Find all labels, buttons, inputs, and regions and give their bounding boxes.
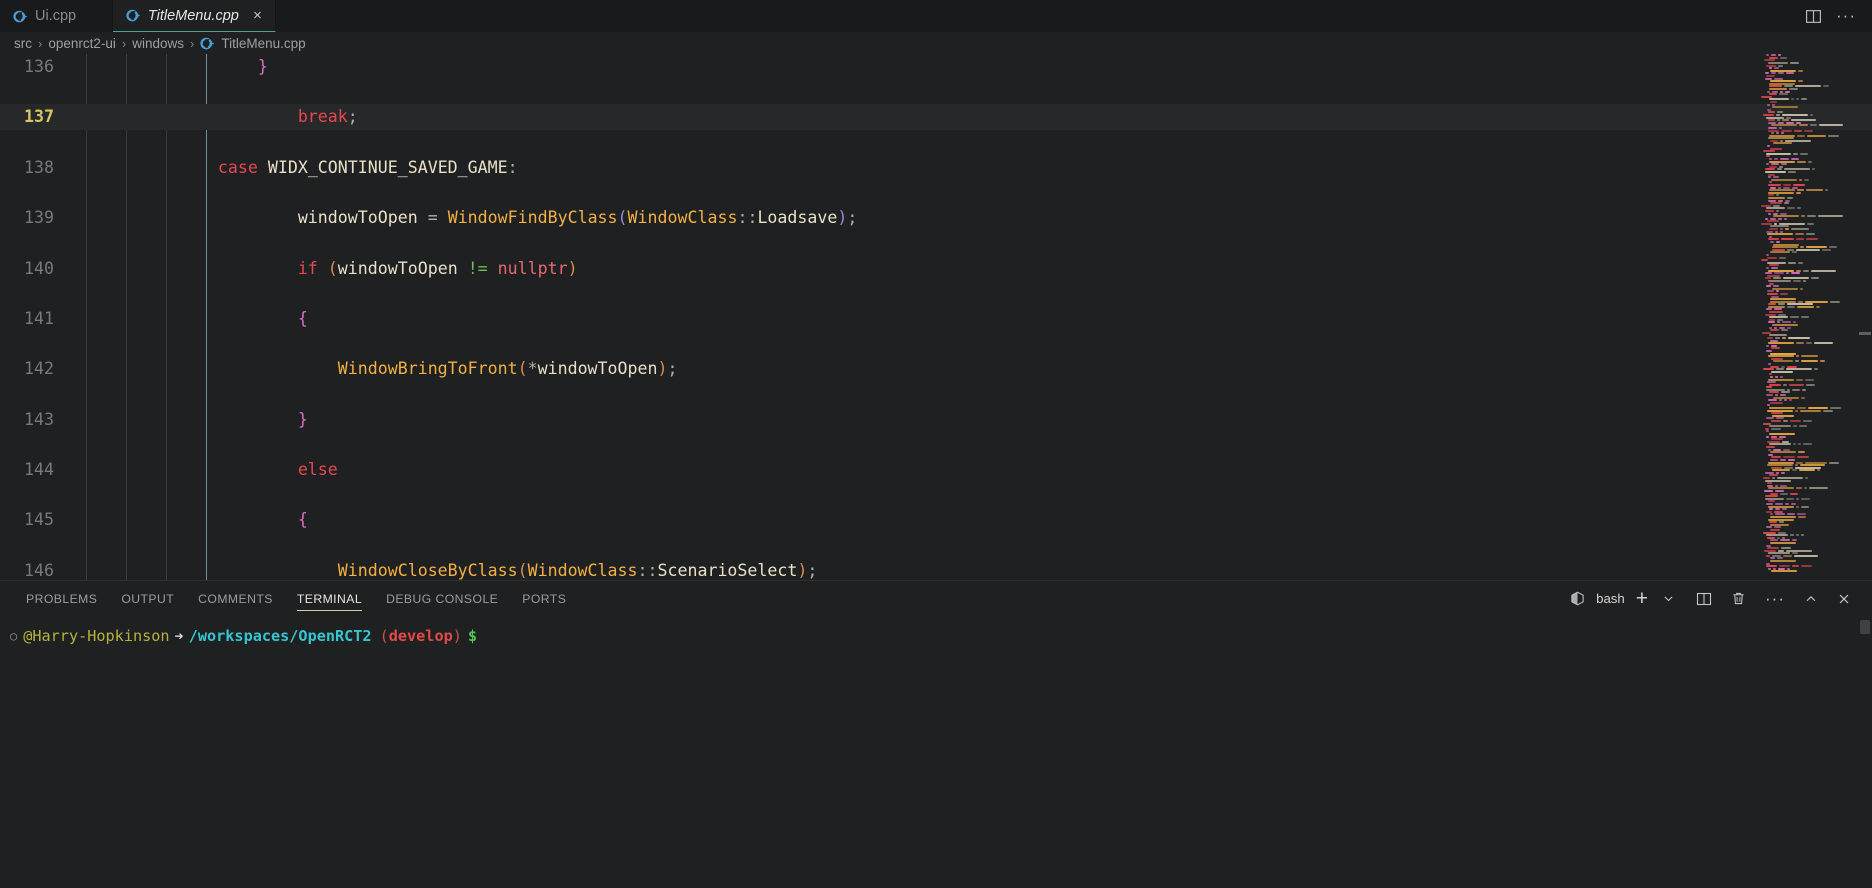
code-line[interactable]: 137 break;	[0, 104, 1872, 130]
code-text: }	[257, 57, 268, 76]
editor-tab-titlemenu-cpp[interactable]: TitleMenu.cpp ×	[112, 0, 276, 32]
code-line[interactable]: 141 {	[0, 306, 1872, 331]
breadcrumb-separator: ›	[121, 35, 127, 51]
code-text: windowToOpen = WindowFindByClass(WindowC…	[297, 208, 858, 228]
terminal-body[interactable]: ○ @Harry-Hopkinson ➔ /workspaces/OpenRCT…	[0, 616, 1872, 888]
code-line[interactable]: 145 {	[0, 507, 1872, 532]
more-actions-icon[interactable]: ···	[1753, 581, 1792, 616]
line-number: 137	[24, 107, 54, 127]
breadcrumb-label: windows	[132, 35, 185, 51]
branch-paren-close: )	[452, 627, 462, 645]
minimap[interactable]	[1754, 54, 1858, 580]
panel-tab-output[interactable]: OUTPUT	[109, 581, 186, 616]
code-viewport[interactable]: 136 } 137 break; 138 case WIDX_CONTINUE_SA…	[0, 54, 1872, 580]
panel-tab-bar: PROBLEMS OUTPUT COMMENTS TERMINAL DEBUG CONS…	[0, 581, 1872, 616]
new-terminal-icon[interactable]: +	[1629, 581, 1655, 616]
line-number: 143	[24, 409, 54, 429]
code-line[interactable]: 142 WindowBringToFront(*windowToOpen);	[0, 356, 1872, 381]
chevron-down-icon[interactable]	[1655, 581, 1682, 616]
breadcrumb-label: src	[14, 35, 32, 51]
line-number: 139	[24, 208, 54, 228]
panel-tab-list: PROBLEMS OUTPUT COMMENTS TERMINAL DEBUG CONS…	[0, 581, 578, 616]
terminal-prompt-symbol: $	[467, 627, 478, 645]
code-line[interactable]: 136 }	[0, 54, 1872, 79]
tab-label: TitleMenu.cpp	[147, 7, 239, 24]
code-line[interactable]: 144 else	[0, 457, 1872, 482]
line-number: 138	[24, 157, 54, 177]
panel-tab-problems[interactable]: PROBLEMS	[14, 581, 109, 616]
code-line[interactable]: 146 WindowCloseByClass(WindowClass::Scen…	[0, 558, 1872, 580]
more-actions-icon[interactable]: ···	[1836, 7, 1856, 24]
tab-label: Ui.cpp	[35, 8, 77, 24]
code-line[interactable]: 138 case WIDX_CONTINUE_SAVED_GAME:	[0, 155, 1872, 180]
breadcrumb-item-windows[interactable]: windows	[132, 36, 184, 51]
panel-tab-terminal[interactable]: TERMINAL	[285, 581, 374, 616]
terminal-prompt-line: ○ @Harry-Hopkinson ➔ /workspaces/OpenRCT…	[10, 626, 1872, 646]
breadcrumb-separator: ›	[38, 35, 43, 51]
split-editor-icon[interactable]	[1805, 8, 1822, 25]
code-text: {	[297, 510, 308, 530]
breadcrumb-label: openrct2-ui	[48, 35, 116, 51]
code-text: if (windowToOpen != nullptr)	[297, 258, 578, 278]
prompt-arrow-icon: ➔	[174, 627, 184, 645]
trash-icon[interactable]	[1719, 581, 1753, 616]
breadcrumb-label: TitleMenu.cpp	[221, 35, 306, 51]
editor-tab-ui-cpp[interactable]: Ui.cpp×	[0, 0, 113, 32]
line-number: 142	[24, 359, 54, 379]
code-text: {	[297, 308, 308, 328]
terminal-user: @Harry-Hopkinson	[23, 627, 170, 645]
code-line[interactable]: 143 }	[0, 407, 1872, 432]
panel-actions: bash + ···	[1563, 581, 1872, 616]
code-text: WindowCloseByClass(WindowClass::Scenario…	[337, 560, 818, 580]
branch-paren-open: (	[379, 627, 389, 645]
code-text: }	[297, 409, 308, 429]
minimap-line	[1754, 570, 1858, 573]
terminal-scrollbar[interactable]	[1860, 620, 1870, 634]
breadcrumb-item-src[interactable]: src	[14, 36, 32, 51]
scrollbar-thumb[interactable]	[1859, 332, 1871, 335]
breadcrumb: src › openrct2-ui › windows › TitleMenu.cpp	[0, 32, 1872, 54]
vscode-window: Ui.cpp× TitleMenu.cpp × ··· src › openrct2-u…	[0, 0, 1872, 888]
code-text: WindowBringToFront(*windowToOpen);	[337, 359, 678, 379]
cpp-file-icon	[200, 36, 215, 51]
bottom-panel: PROBLEMS OUTPUT COMMENTS TERMINAL DEBUG CONS…	[0, 580, 1872, 888]
breadcrumb-item-titlemenu-cpp[interactable]: TitleMenu.cpp	[200, 35, 306, 51]
prompt-bullet-icon: ○	[10, 629, 18, 643]
editor-scrollbar[interactable]	[1858, 54, 1872, 580]
line-number: 146	[24, 560, 54, 580]
code-text: case WIDX_CONTINUE_SAVED_GAME:	[217, 157, 518, 177]
shell-name-label[interactable]: bash	[1592, 591, 1629, 606]
close-icon[interactable]: ×	[253, 8, 262, 23]
breadcrumb-separator: ›	[190, 35, 195, 51]
panel-tab-ports[interactable]: PORTS	[510, 581, 578, 616]
code-line[interactable]: 139 windowToOpen = WindowFindByClass(Win…	[0, 205, 1872, 230]
terminal-path: /workspaces/OpenRCT2	[188, 627, 372, 645]
code-text: else	[297, 460, 338, 480]
cpp-file-icon	[13, 9, 28, 24]
tab-list: Ui.cpp× TitleMenu.cpp ×	[0, 0, 276, 32]
editor-actions: ···	[1789, 0, 1872, 32]
line-number: 136	[24, 57, 54, 76]
cpp-file-icon	[126, 8, 141, 23]
code-text: break;	[297, 107, 358, 127]
code-line[interactable]: 140 if (windowToOpen != nullptr)	[0, 256, 1872, 281]
editor-tab-bar: Ui.cpp× TitleMenu.cpp × ···	[0, 0, 1872, 32]
line-number: 140	[24, 258, 54, 278]
line-number: 141	[24, 308, 54, 328]
close-panel-icon[interactable]	[1825, 581, 1858, 616]
chevron-up-icon[interactable]	[1792, 581, 1825, 616]
breadcrumb-item-openrct2-ui[interactable]: openrct2-ui	[48, 36, 116, 51]
code-lines: 136 } 137 break; 138 case WIDX_CONTINUE_SA…	[0, 54, 1872, 580]
terminal-git-branch: develop	[388, 627, 453, 645]
panel-tab-comments[interactable]: COMMENTS	[186, 581, 285, 616]
code-editor[interactable]: 136 } 137 break; 138 case WIDX_CONTINUE_SA…	[0, 54, 1872, 580]
terminal-shell-icon[interactable]	[1563, 581, 1592, 616]
line-number: 145	[24, 510, 54, 530]
split-terminal-icon[interactable]	[1682, 581, 1719, 616]
panel-tab-debug-console[interactable]: DEBUG CONSOLE	[374, 581, 510, 616]
line-number: 144	[24, 460, 54, 480]
